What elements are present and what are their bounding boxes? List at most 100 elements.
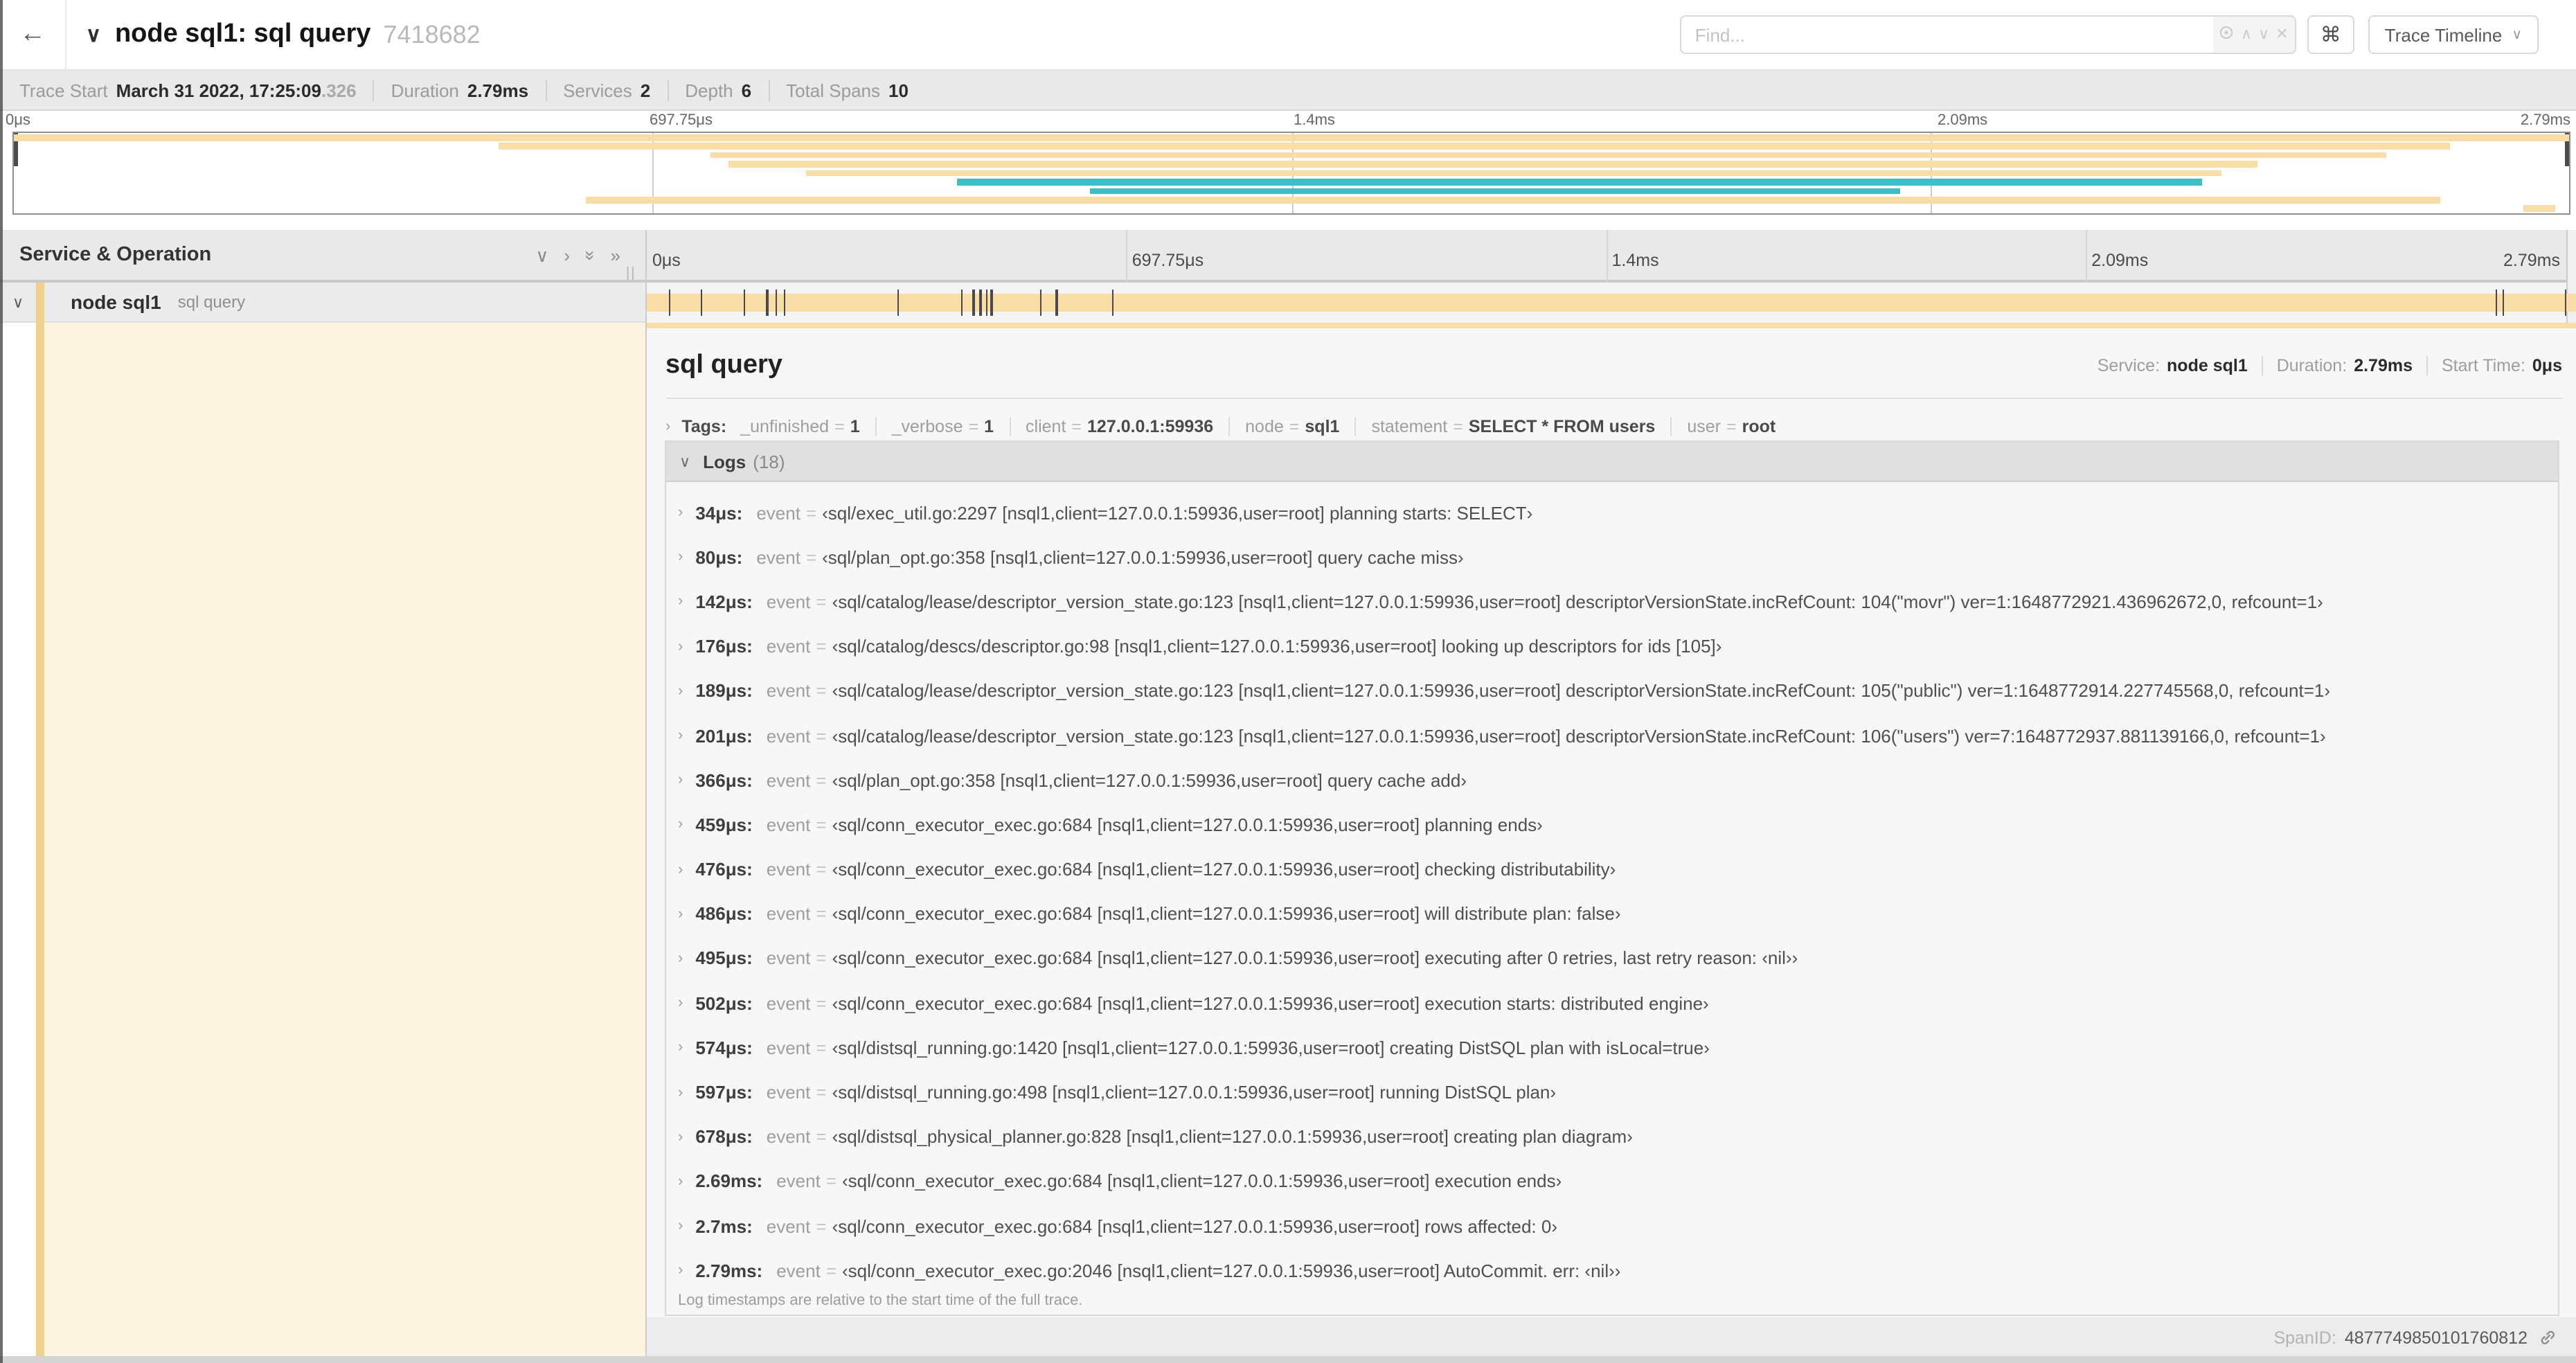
view-dropdown[interactable]: Trace Timeline ∨ [2368, 15, 2539, 54]
detail-left-gutter [0, 323, 36, 1356]
minimap-span-bar [957, 179, 2203, 186]
log-entry-row[interactable]: › 176μs: event = ‹sql/catalog/descs/desc… [665, 624, 2558, 668]
service-operation-title: Service & Operation [19, 244, 212, 266]
log-value: ‹sql/conn_executor_exec.go:684 [nsql1,cl… [832, 1215, 1557, 1237]
logs-title: Logs [703, 451, 746, 472]
tag-key: _unfinished [740, 417, 830, 436]
log-timestamp: 142μs: [695, 591, 753, 612]
span-row-label[interactable]: ∨ node sql1 sql query [0, 282, 645, 323]
trace-collapse-icon[interactable]: ∨ [86, 22, 101, 47]
tag-item: statement = SELECT * FROM users [1354, 417, 1655, 436]
tick-label: 0μs [652, 251, 681, 270]
span-id-value: 4877749850101760812 [2344, 1328, 2528, 1347]
log-entry-row[interactable]: › 142μs: event = ‹sql/catalog/lease/desc… [665, 580, 2558, 624]
logs-header[interactable]: ∨ Logs (18) [665, 442, 2558, 482]
log-tick-mark [766, 289, 769, 316]
tag-equals: = [1071, 417, 1082, 436]
service-operation-header: Service & Operation ∨ › » » [0, 230, 645, 283]
log-entry-row[interactable]: › 80μs: event = ‹sql/plan_opt.go:358 [ns… [665, 535, 2558, 579]
tag-key: node [1245, 417, 1284, 436]
log-equals: = [816, 1215, 827, 1237]
tag-equals: = [968, 417, 979, 436]
log-key: event [766, 769, 811, 791]
back-button[interactable]: ← [0, 0, 66, 70]
log-entry-row[interactable]: › 2.79ms: event = ‹sql/conn_executor_exe… [665, 1248, 2558, 1292]
log-value: ‹sql/plan_opt.go:358 [nsql1,client=127.0… [822, 546, 1464, 568]
log-equals: = [816, 1126, 827, 1148]
back-arrow-icon: ← [19, 19, 46, 48]
minimap-span-bar [710, 152, 2386, 159]
log-entry-row[interactable]: › 2.7ms: event = ‹sql/conn_executor_exec… [665, 1204, 2558, 1248]
log-entry-row[interactable]: › 459μs: event = ‹sql/conn_executor_exec… [665, 803, 2558, 847]
collapse-all-icon[interactable]: » [580, 250, 600, 260]
log-tick-mark [1111, 289, 1113, 316]
log-value: ‹sql/conn_executor_exec.go:2046 [nsql1,c… [842, 1260, 1621, 1281]
find-prev-icon[interactable]: ∧ [2241, 26, 2252, 42]
span-collapse-icon[interactable]: ∨ [0, 293, 36, 311]
meta-label: Service: [2097, 356, 2161, 375]
match-case-icon[interactable] [2219, 25, 2235, 44]
tag-item: node = sql1 [1228, 417, 1339, 436]
meta-item: Start Time: 0μs [2426, 356, 2562, 375]
span-detail-panel: sql query Service: node sql1 Duration: 2… [646, 328, 2576, 1317]
log-tick-mark [990, 289, 993, 316]
meta-value: node sql1 [2167, 356, 2248, 375]
summary-label: Duration [391, 80, 459, 100]
log-value: ‹sql/conn_executor_exec.go:684 [nsql1,cl… [832, 859, 1616, 880]
summary-label: Trace Start [19, 80, 108, 100]
page-bottom-edge [0, 1356, 2576, 1363]
expand-all-icon[interactable]: » [611, 246, 620, 264]
log-key: event [766, 859, 811, 880]
timeline-ruler: 0μs 697.75μs 1.4ms 2.09ms 2.79ms [645, 230, 2566, 323]
log-timestamp: 2.69ms: [695, 1170, 763, 1192]
find-next-icon[interactable]: ∨ [2258, 26, 2269, 42]
tag-equals: = [1453, 417, 1463, 436]
log-key: event [766, 636, 811, 657]
log-tick-mark [1040, 289, 1042, 316]
log-entry-row[interactable]: › 678μs: event = ‹sql/distsql_physical_p… [665, 1114, 2558, 1159]
page-title: node sql1: sql query [114, 19, 371, 48]
log-entry-row[interactable]: › 34μs: event = ‹sql/exec_util.go:2297 [… [665, 490, 2558, 535]
span-color-accent [36, 282, 44, 322]
log-value: ‹sql/catalog/lease/descriptor_version_st… [832, 680, 2330, 702]
log-key: event [766, 1215, 811, 1237]
log-entry-row[interactable]: › 574μs: event = ‹sql/distsql_running.go… [665, 1026, 2558, 1070]
log-tick-mark [2495, 289, 2498, 316]
log-entry-row[interactable]: › 495μs: event = ‹sql/conn_executor_exec… [665, 936, 2558, 981]
tick-label: 697.75μs [1132, 251, 1204, 270]
deep-link-icon[interactable] [2539, 1328, 2557, 1346]
log-value: ‹sql/conn_executor_exec.go:684 [nsql1,cl… [832, 903, 1621, 925]
log-entry-row[interactable]: › 2.69ms: event = ‹sql/conn_executor_exe… [665, 1159, 2558, 1204]
log-entry-row[interactable]: › 502μs: event = ‹sql/conn_executor_exec… [665, 981, 2558, 1025]
tag-key: statement [1371, 417, 1448, 436]
log-entry-row[interactable]: › 597μs: event = ‹sql/distsql_running.go… [665, 1070, 2558, 1114]
trace-minimap[interactable] [12, 132, 2570, 215]
span-row-timeline[interactable] [645, 283, 2575, 323]
tick-label: 2.09ms [1938, 112, 1988, 129]
summary-value: 2 [640, 80, 651, 100]
find-clear-icon[interactable]: ✕ [2275, 26, 2288, 42]
log-value: ‹sql/catalog/lease/descriptor_version_st… [832, 725, 2326, 747]
find-input[interactable] [1681, 17, 2213, 53]
logs-container: ∨ Logs (18) › 34μs: event = ‹sql/exec_ut… [664, 440, 2559, 1316]
log-entry-row[interactable]: › 189μs: event = ‹sql/catalog/lease/desc… [665, 669, 2558, 713]
expand-one-icon[interactable]: › [564, 246, 570, 264]
collapse-one-icon[interactable]: ∨ [535, 246, 548, 264]
span-detail-title: sql query [665, 350, 782, 380]
log-timestamp: 189μs: [695, 680, 753, 702]
logs-list: › 34μs: event = ‹sql/exec_util.go:2297 [… [665, 490, 2558, 1293]
log-entry-row[interactable]: › 486μs: event = ‹sql/conn_executor_exec… [665, 891, 2558, 936]
log-entry-row[interactable]: › 476μs: event = ‹sql/conn_executor_exec… [665, 847, 2558, 891]
span-duration-bar[interactable] [647, 293, 2575, 312]
tags-toggle-row[interactable]: › Tags: _unfinished = 1 _verbose = 1 cli… [665, 410, 1776, 443]
keyboard-shortcuts-button[interactable]: ⌘ [2307, 15, 2354, 54]
meta-label: Start Time: [2442, 356, 2525, 375]
span-operation-name: sql query [177, 292, 246, 312]
log-entry-row[interactable]: › 366μs: event = ‹sql/plan_opt.go:358 [n… [665, 758, 2558, 802]
log-key: event [776, 1260, 821, 1281]
log-timestamp: 176μs: [695, 636, 753, 657]
log-entry-row[interactable]: › 201μs: event = ‹sql/catalog/lease/desc… [665, 713, 2558, 758]
column-resize-handle[interactable]: || [626, 266, 636, 281]
tag-item: client = 127.0.0.1:59936 [1009, 417, 1213, 436]
log-key: event [776, 1170, 821, 1192]
